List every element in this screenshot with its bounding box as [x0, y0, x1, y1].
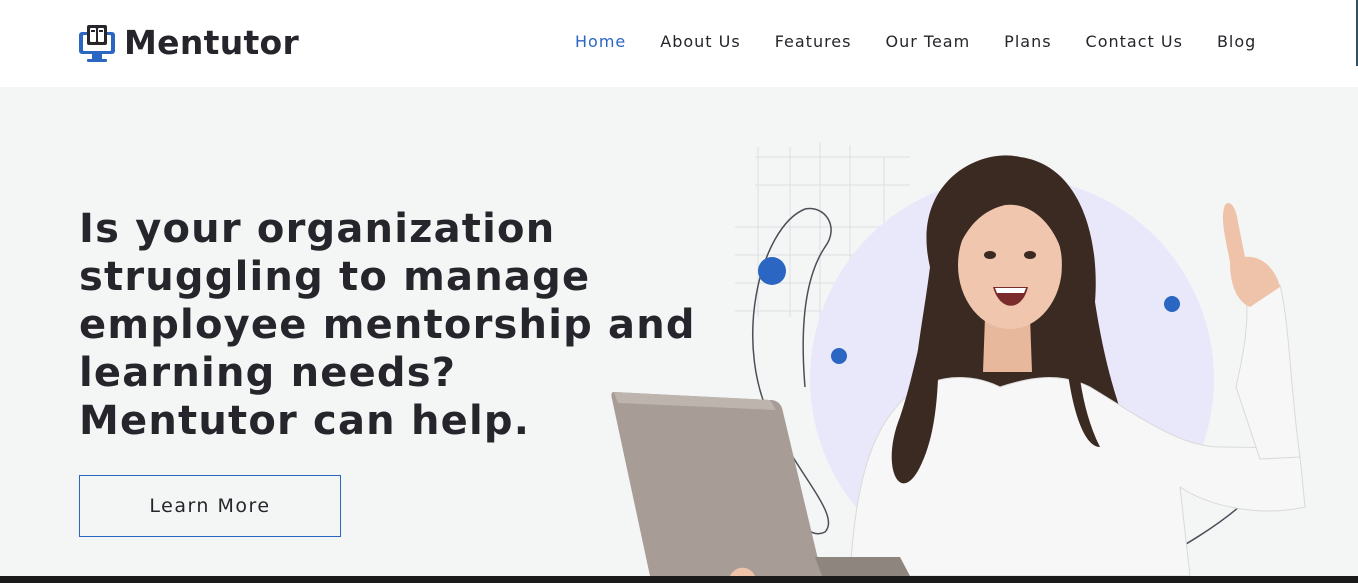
nav-item-blog[interactable]: Blog: [1217, 30, 1256, 54]
blue-dot: [758, 257, 786, 285]
nav-item-plans[interactable]: Plans: [1004, 30, 1051, 54]
nav-item-contact-us[interactable]: Contact Us: [1086, 30, 1183, 54]
logo[interactable]: Mentutor: [78, 22, 299, 64]
main-nav: Home About Us Features Our Team Plans Co…: [575, 30, 1256, 54]
headline-line: Mentutor can help.: [79, 398, 531, 444]
learn-more-button[interactable]: Learn More: [79, 475, 341, 537]
blue-dot: [1164, 296, 1180, 312]
hero-section: Is your organization struggling to manag…: [0, 87, 1358, 576]
nav-item-about-us[interactable]: About Us: [660, 30, 740, 54]
nav-item-features[interactable]: Features: [775, 30, 852, 54]
blue-dot: [831, 348, 847, 364]
nav-item-our-team[interactable]: Our Team: [885, 30, 970, 54]
headline-line: learning needs?: [79, 350, 457, 396]
headline-line: Is your organization: [79, 206, 556, 252]
hero-illustration: [611, 142, 1306, 576]
site-header: Mentutor Home About Us Features Our Team…: [0, 0, 1358, 87]
nav-item-home[interactable]: Home: [575, 30, 626, 54]
monitor-book-icon: [79, 25, 115, 62]
headline-line: struggling to manage: [79, 254, 591, 300]
bottom-taskbar-strip: [0, 576, 1358, 583]
logo-text: Mentutor: [124, 23, 300, 62]
